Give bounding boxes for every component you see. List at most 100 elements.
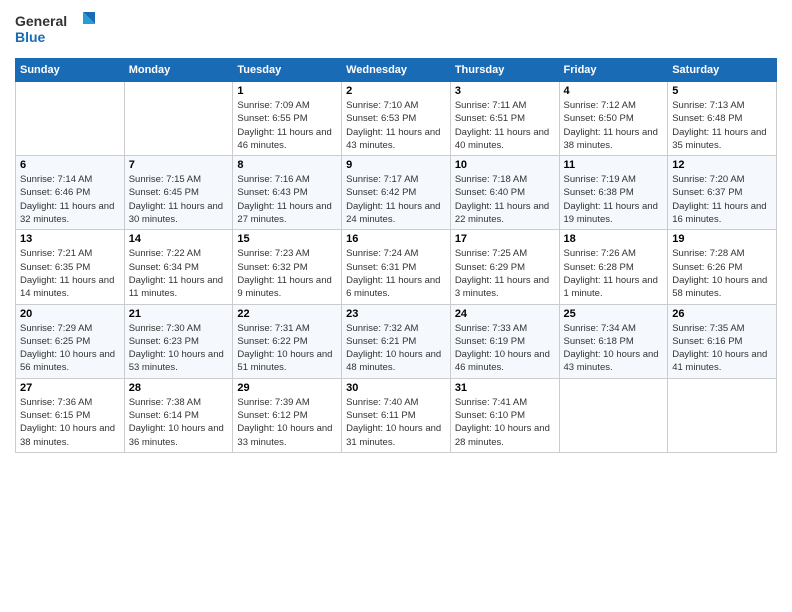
day-info: Sunrise: 7:32 AMSunset: 6:21 PMDaylight:… xyxy=(346,322,446,375)
empty-cell xyxy=(559,378,668,452)
week-row-2: 6 Sunrise: 7:14 AMSunset: 6:46 PMDaylight… xyxy=(16,156,777,230)
day-cell-15: 15Sunrise: 7:23 AMSunset: 6:32 PMDayligh… xyxy=(233,230,342,304)
day-cell-17: 17 Sunrise: 7:25 AMSunset: 6:29 PMDayligh… xyxy=(450,230,559,304)
day-info: Sunrise: 7:16 AMSunset: 6:43 PMDaylight:… xyxy=(237,173,337,226)
day-number: 27 xyxy=(20,382,120,394)
day-number: 8 xyxy=(237,159,337,171)
logo-svg: General Blue xyxy=(15,10,95,50)
weekday-header-tuesday: Tuesday xyxy=(233,59,342,82)
day-number: 3 xyxy=(455,85,555,97)
day-info: Sunrise: 7:18 AMSunset: 6:40 PMDaylight:… xyxy=(455,173,555,226)
weekday-header-monday: Monday xyxy=(124,59,233,82)
empty-cell xyxy=(16,82,125,156)
day-info: Sunrise: 7:14 AMSunset: 6:46 PMDaylight:… xyxy=(20,173,120,226)
day-number: 26 xyxy=(672,308,772,320)
day-number: 2 xyxy=(346,85,446,97)
day-info: Sunrise: 7:10 AMSunset: 6:53 PMDaylight:… xyxy=(346,99,446,152)
day-number: 12 xyxy=(672,159,772,171)
day-cell-9: 9Sunrise: 7:17 AMSunset: 6:42 PMDaylight… xyxy=(342,156,451,230)
svg-text:General: General xyxy=(15,13,67,29)
day-cell-12: 12 Sunrise: 7:20 AMSunset: 6:37 PMDayligh… xyxy=(668,156,777,230)
day-info: Sunrise: 7:21 AMSunset: 6:35 PMDaylight:… xyxy=(20,247,120,300)
day-cell-8: 8 Sunrise: 7:16 AMSunset: 6:43 PMDaylight… xyxy=(233,156,342,230)
day-cell-1: 1 Sunrise: 7:09 AMSunset: 6:55 PMDaylight… xyxy=(233,82,342,156)
day-number: 13 xyxy=(20,233,120,245)
day-info: Sunrise: 7:20 AMSunset: 6:37 PMDaylight:… xyxy=(672,173,772,226)
day-info: Sunrise: 7:25 AMSunset: 6:29 PMDaylight:… xyxy=(455,247,555,300)
week-row-5: 27Sunrise: 7:36 AMSunset: 6:15 PMDayligh… xyxy=(16,378,777,452)
day-number: 1 xyxy=(237,85,337,97)
day-info: Sunrise: 7:17 AMSunset: 6:42 PMDaylight:… xyxy=(346,173,446,226)
day-number: 22 xyxy=(237,308,337,320)
day-number: 5 xyxy=(672,85,772,97)
weekday-header-wednesday: Wednesday xyxy=(342,59,451,82)
day-cell-28: 28 Sunrise: 7:38 AMSunset: 6:14 PMDayligh… xyxy=(124,378,233,452)
day-cell-23: 23 Sunrise: 7:32 AMSunset: 6:21 PMDayligh… xyxy=(342,304,451,378)
day-number: 7 xyxy=(129,159,229,171)
day-info: Sunrise: 7:31 AMSunset: 6:22 PMDaylight:… xyxy=(237,322,337,375)
day-number: 11 xyxy=(564,159,664,171)
day-cell-7: 7 Sunrise: 7:15 AMSunset: 6:45 PMDaylight… xyxy=(124,156,233,230)
day-number: 25 xyxy=(564,308,664,320)
day-number: 30 xyxy=(346,382,446,394)
day-info: Sunrise: 7:11 AMSunset: 6:51 PMDaylight:… xyxy=(455,99,555,152)
day-cell-5: 5 Sunrise: 7:13 AMSunset: 6:48 PMDaylight… xyxy=(668,82,777,156)
weekday-header-row: SundayMondayTuesdayWednesdayThursdayFrid… xyxy=(16,59,777,82)
day-info: Sunrise: 7:12 AMSunset: 6:50 PMDaylight:… xyxy=(564,99,664,152)
weekday-header-friday: Friday xyxy=(559,59,668,82)
day-info: Sunrise: 7:26 AMSunset: 6:28 PMDaylight:… xyxy=(564,247,664,300)
week-row-3: 13 Sunrise: 7:21 AMSunset: 6:35 PMDayligh… xyxy=(16,230,777,304)
day-info: Sunrise: 7:35 AMSunset: 6:16 PMDaylight:… xyxy=(672,322,772,375)
empty-cell xyxy=(668,378,777,452)
day-cell-6: 6 Sunrise: 7:14 AMSunset: 6:46 PMDaylight… xyxy=(16,156,125,230)
day-info: Sunrise: 7:24 AMSunset: 6:31 PMDaylight:… xyxy=(346,247,446,300)
day-info: Sunrise: 7:38 AMSunset: 6:14 PMDaylight:… xyxy=(129,396,229,449)
day-number: 28 xyxy=(129,382,229,394)
day-number: 21 xyxy=(129,308,229,320)
calendar-page: General Blue SundayMondayTuesdayWednesda… xyxy=(0,0,792,612)
day-cell-20: 20Sunrise: 7:29 AMSunset: 6:25 PMDayligh… xyxy=(16,304,125,378)
day-info: Sunrise: 7:30 AMSunset: 6:23 PMDaylight:… xyxy=(129,322,229,375)
empty-cell xyxy=(124,82,233,156)
day-cell-22: 22 Sunrise: 7:31 AMSunset: 6:22 PMDayligh… xyxy=(233,304,342,378)
day-info: Sunrise: 7:15 AMSunset: 6:45 PMDaylight:… xyxy=(129,173,229,226)
day-cell-29: 29Sunrise: 7:39 AMSunset: 6:12 PMDayligh… xyxy=(233,378,342,452)
logo: General Blue xyxy=(15,10,95,50)
day-number: 14 xyxy=(129,233,229,245)
day-number: 29 xyxy=(237,382,337,394)
day-cell-19: 19 Sunrise: 7:28 AMSunset: 6:26 PMDayligh… xyxy=(668,230,777,304)
day-cell-11: 11Sunrise: 7:19 AMSunset: 6:38 PMDayligh… xyxy=(559,156,668,230)
day-cell-16: 16Sunrise: 7:24 AMSunset: 6:31 PMDayligh… xyxy=(342,230,451,304)
day-number: 17 xyxy=(455,233,555,245)
day-cell-26: 26 Sunrise: 7:35 AMSunset: 6:16 PMDayligh… xyxy=(668,304,777,378)
day-info: Sunrise: 7:40 AMSunset: 6:11 PMDaylight:… xyxy=(346,396,446,449)
week-row-1: 1 Sunrise: 7:09 AMSunset: 6:55 PMDaylight… xyxy=(16,82,777,156)
day-number: 6 xyxy=(20,159,120,171)
day-number: 24 xyxy=(455,308,555,320)
day-info: Sunrise: 7:22 AMSunset: 6:34 PMDaylight:… xyxy=(129,247,229,300)
calendar-table: SundayMondayTuesdayWednesdayThursdayFrid… xyxy=(15,58,777,453)
svg-text:Blue: Blue xyxy=(15,29,46,45)
day-number: 10 xyxy=(455,159,555,171)
day-info: Sunrise: 7:29 AMSunset: 6:25 PMDaylight:… xyxy=(20,322,120,375)
day-cell-4: 4Sunrise: 7:12 AMSunset: 6:50 PMDaylight… xyxy=(559,82,668,156)
day-info: Sunrise: 7:13 AMSunset: 6:48 PMDaylight:… xyxy=(672,99,772,152)
day-info: Sunrise: 7:09 AMSunset: 6:55 PMDaylight:… xyxy=(237,99,337,152)
weekday-header-thursday: Thursday xyxy=(450,59,559,82)
day-info: Sunrise: 7:41 AMSunset: 6:10 PMDaylight:… xyxy=(455,396,555,449)
day-cell-30: 30 Sunrise: 7:40 AMSunset: 6:11 PMDayligh… xyxy=(342,378,451,452)
day-cell-31: 31Sunrise: 7:41 AMSunset: 6:10 PMDayligh… xyxy=(450,378,559,452)
day-cell-21: 21 Sunrise: 7:30 AMSunset: 6:23 PMDayligh… xyxy=(124,304,233,378)
day-cell-13: 13 Sunrise: 7:21 AMSunset: 6:35 PMDayligh… xyxy=(16,230,125,304)
day-cell-2: 2 Sunrise: 7:10 AMSunset: 6:53 PMDaylight… xyxy=(342,82,451,156)
day-info: Sunrise: 7:28 AMSunset: 6:26 PMDaylight:… xyxy=(672,247,772,300)
day-number: 23 xyxy=(346,308,446,320)
day-cell-18: 18 Sunrise: 7:26 AMSunset: 6:28 PMDayligh… xyxy=(559,230,668,304)
day-number: 18 xyxy=(564,233,664,245)
day-cell-3: 3 Sunrise: 7:11 AMSunset: 6:51 PMDaylight… xyxy=(450,82,559,156)
weekday-header-saturday: Saturday xyxy=(668,59,777,82)
day-cell-14: 14 Sunrise: 7:22 AMSunset: 6:34 PMDayligh… xyxy=(124,230,233,304)
day-number: 15 xyxy=(237,233,337,245)
day-cell-24: 24Sunrise: 7:33 AMSunset: 6:19 PMDayligh… xyxy=(450,304,559,378)
day-number: 19 xyxy=(672,233,772,245)
